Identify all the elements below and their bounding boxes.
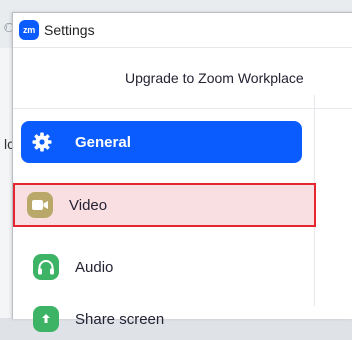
sidebar-item-label: General	[75, 133, 131, 151]
upgrade-link[interactable]: Upgrade to Zoom Workplace	[125, 70, 304, 86]
share-screen-icon	[33, 306, 59, 332]
sidebar-item-general[interactable]: General	[21, 121, 302, 163]
headphones-icon	[33, 254, 59, 280]
sidebar-item-video[interactable]: Video	[13, 183, 316, 227]
zoom-logo-icon: zm	[19, 20, 39, 40]
sidebar-item-audio[interactable]: Audio	[21, 246, 302, 288]
title-bar: zm Settings	[13, 13, 352, 47]
upgrade-banner: Upgrade to Zoom Workplace	[13, 47, 352, 109]
sidebar-item-label: Share screen	[75, 310, 165, 328]
video-camera-icon	[27, 192, 53, 218]
window-title: Settings	[44, 22, 95, 38]
sidebar-item-label: Video	[69, 196, 108, 214]
sidebar-item-label: Audio	[75, 258, 114, 276]
sidebar-item-share-screen[interactable]: Share screen	[21, 298, 302, 340]
gear-icon	[29, 129, 55, 155]
